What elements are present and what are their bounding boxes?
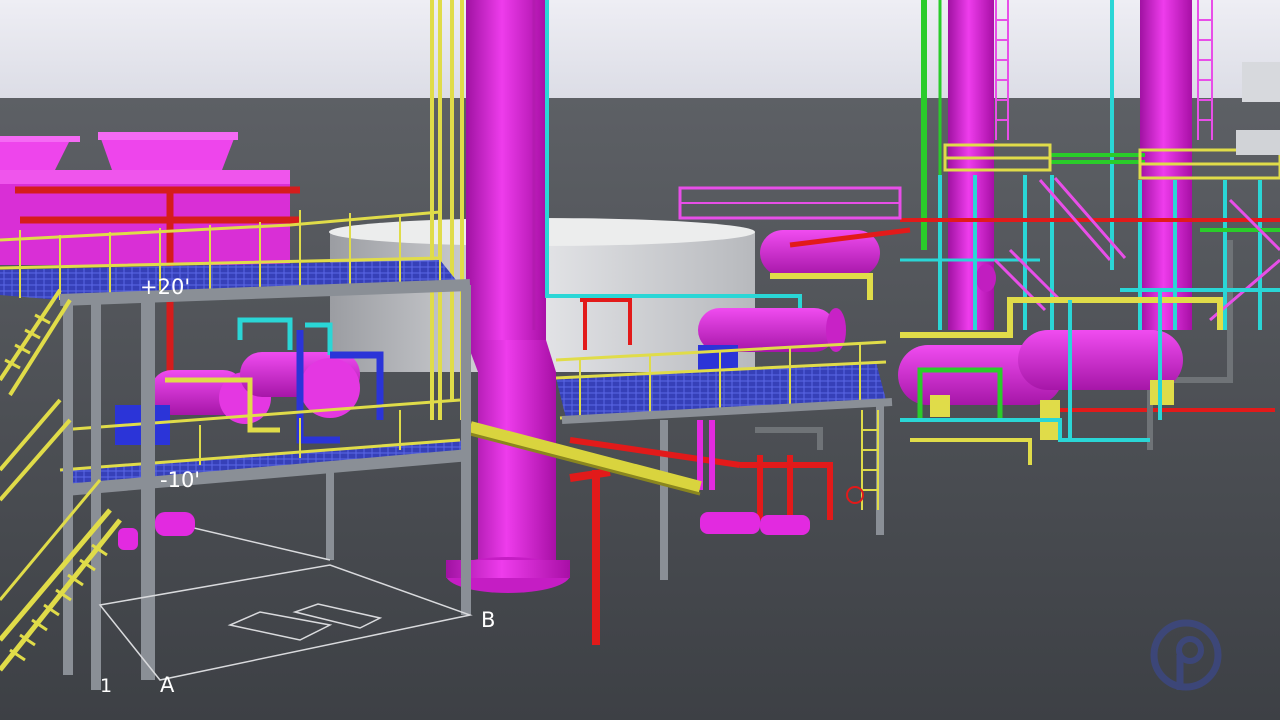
distillation-column-right-1[interactable]	[948, 0, 996, 330]
elevation-label-lower: -10'	[160, 468, 200, 492]
grid-label-a: A	[160, 673, 175, 697]
grid-label-b: B	[481, 608, 495, 632]
elevation-label-upper: +20'	[140, 275, 190, 299]
sky-background	[0, 0, 1280, 98]
grid-label-1: 1	[100, 675, 112, 697]
plant-3d-viewport[interactable]: +20' -10' 1 A B	[0, 0, 1280, 720]
